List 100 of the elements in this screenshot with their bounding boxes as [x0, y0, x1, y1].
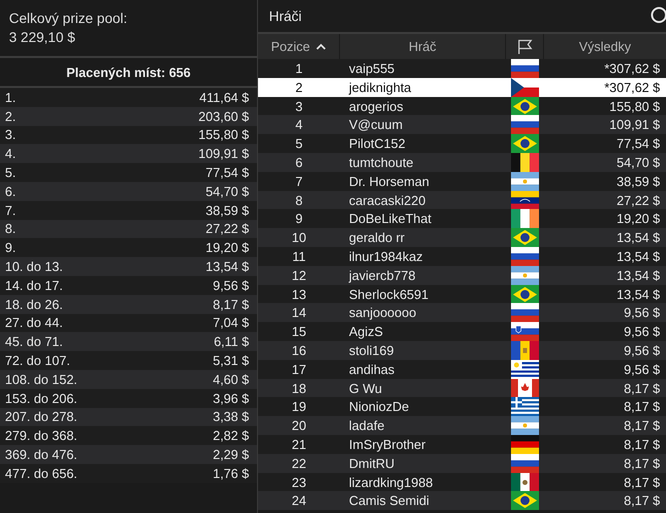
payout-amount: 9,56 $: [212, 278, 249, 293]
position-cell-text: 7: [294, 174, 304, 189]
player-name-cell-text: V@cuum: [348, 117, 404, 132]
column-header[interactable]: Výsledky: [544, 34, 666, 59]
payout-place: 477. do 656.: [5, 466, 78, 481]
position-cell-text: 19: [290, 399, 308, 414]
position-cell-text: 11: [291, 248, 307, 264]
player-name-cell-text: stoli169: [348, 342, 395, 358]
payout-amount: 7,04 $: [212, 315, 249, 330]
result-cell-text: 8,17 $: [622, 456, 661, 471]
prize-pool-label: Celkový prize pool:: [9, 10, 128, 26]
player-name-cell-text: lizardking1988: [348, 474, 434, 490]
player-name-cell-text: ladafe: [348, 418, 386, 434]
payout-amount: 2,82 $: [212, 428, 249, 444]
payout-amount: 27,22 $: [206, 221, 249, 236]
result-cell-text: 8,17 $: [622, 399, 661, 414]
result-cell-text: 109,91 $: [608, 117, 661, 132]
player-name-cell-text: DmitRU: [348, 456, 396, 471]
player-row[interactable]: 14 sanjoooooo 9,56 $: [258, 303, 666, 322]
result-cell-text: 13,54 $: [616, 286, 661, 302]
player-name-cell-text: Sherlock6591: [348, 286, 430, 302]
player-row[interactable]: 10 geraldo rr 13,54 $: [258, 228, 666, 247]
player-name-cell-text: caracaski220: [348, 192, 427, 208]
player-row[interactable]: 22 DmitRU 8,17 $: [258, 454, 666, 473]
player-row[interactable]: 16 stoli169 9,56 $: [258, 340, 666, 360]
result-cell-text: 8,17 $: [622, 418, 661, 434]
player-name-cell-text: arogerios: [348, 98, 404, 114]
result-cell-text: 27,22 $: [616, 192, 661, 208]
payout-amount: 54,70 $: [206, 184, 249, 199]
payout-amount: 38,59 $: [206, 202, 249, 218]
result-cell-text: 9,56 $: [622, 305, 661, 320]
result-cell-text: 13,54 $: [616, 248, 661, 264]
payout-amount: 3,96 $: [212, 390, 249, 406]
payout-place: 14. do 17.: [5, 278, 63, 293]
payout-place: 10. do 13.: [5, 259, 63, 274]
player-name-cell-text: javiercb778: [348, 268, 416, 283]
position-cell-text: 2: [294, 80, 304, 95]
player-name-cell-text: tumtchoute: [348, 154, 414, 170]
position-cell-text: 9: [294, 211, 304, 226]
result-cell-text: 9,56 $: [622, 324, 661, 340]
position-cell-text: 18: [290, 380, 308, 396]
sort-caret-icon: [316, 43, 326, 50]
result-cell-text: 8,17 $: [622, 493, 661, 508]
result-cell-text: *307,62 $: [603, 61, 661, 76]
position-cell-text: 3: [294, 98, 304, 114]
result-cell-text: 13,54 $: [616, 230, 661, 246]
position-cell-text: 8: [294, 192, 304, 208]
payout-place: 7.: [5, 202, 16, 218]
position-cell-text: 4: [294, 117, 304, 132]
player-row[interactable]: 20 ladafe 8,17 $: [258, 416, 666, 435]
panel-title: Hráči: [269, 8, 302, 24]
payout-amount: 109,91 $: [198, 146, 249, 162]
payout-place: 153. do 206.: [5, 390, 78, 406]
payout-place: 2.: [5, 108, 16, 124]
player-name-cell-text: NioniozDe: [348, 399, 410, 414]
payout-place: 18. do 26.: [5, 296, 63, 312]
position-cell-text: 16: [290, 342, 308, 358]
position-cell-text: 24: [290, 493, 308, 508]
player-name-cell-text: Camis Semidi: [348, 493, 430, 508]
position-cell-text: 13: [290, 286, 308, 302]
payout-place: 5.: [5, 165, 16, 180]
payout-place: 207. do 278.: [5, 409, 78, 424]
flag-column-icon: [516, 38, 532, 54]
player-row[interactable]: 6 tumtchoute 54,70 $: [258, 152, 666, 172]
payout-amount: 1,76 $: [212, 466, 249, 481]
player-name-cell-text: jediknighta: [348, 80, 412, 95]
player-row[interactable]: 2 jediknighta *307,62 $: [258, 78, 666, 97]
player-row[interactable]: 8 caracaski220 27,22 $: [258, 190, 666, 210]
payout-amount: 2,29 $: [212, 447, 249, 462]
search-icon[interactable]: [650, 6, 666, 26]
player-row[interactable]: 4 V@cuum 109,91 $: [258, 115, 666, 134]
player-name-cell-text: sanjoooooo: [348, 305, 418, 320]
player-row[interactable]: 12 javiercb778 13,54 $: [258, 266, 666, 285]
payout-amount: 3,38 $: [212, 409, 249, 424]
payout-place: 4.: [5, 146, 16, 162]
player-name-cell-text: PilotC152: [348, 136, 406, 152]
payout-place: 8.: [5, 221, 16, 236]
payout-place: 108. do 152.: [5, 372, 78, 387]
position-cell-text: 20: [290, 418, 308, 434]
player-row[interactable]: 18 G Wu 8,17 $: [258, 378, 666, 398]
position-cell-text: 15: [290, 324, 308, 340]
position-cell-text: 22: [290, 456, 308, 471]
payout-place: 369. do 476.: [5, 447, 78, 462]
result-cell-text: 8,17 $: [622, 436, 661, 452]
position-cell-text: 21: [290, 436, 308, 452]
position-cell-text: 14: [290, 305, 308, 320]
result-cell-text: 9,56 $: [622, 342, 661, 358]
result-cell-text: *307,62 $: [603, 80, 661, 95]
payout-place: 45. do 71.: [5, 334, 63, 350]
position-cell-text: 6: [294, 154, 304, 170]
payout-amount: 155,80 $: [198, 127, 249, 142]
result-cell-text: 13,54 $: [616, 268, 661, 283]
player-name-cell-text: Dr. Horseman: [348, 174, 430, 189]
player-name-cell-text: ImSryBrother: [348, 436, 427, 452]
player-name-cell-text: DoBeLikeThat: [348, 211, 432, 226]
payout-place: 1.: [5, 90, 16, 105]
payout-amount: 77,54 $: [206, 165, 249, 180]
payout-amount: 5,31 $: [212, 353, 249, 368]
player-row[interactable]: 24 Camis Semidi 8,17 $: [258, 491, 666, 510]
player-name-cell-text: AgizS: [348, 324, 384, 340]
